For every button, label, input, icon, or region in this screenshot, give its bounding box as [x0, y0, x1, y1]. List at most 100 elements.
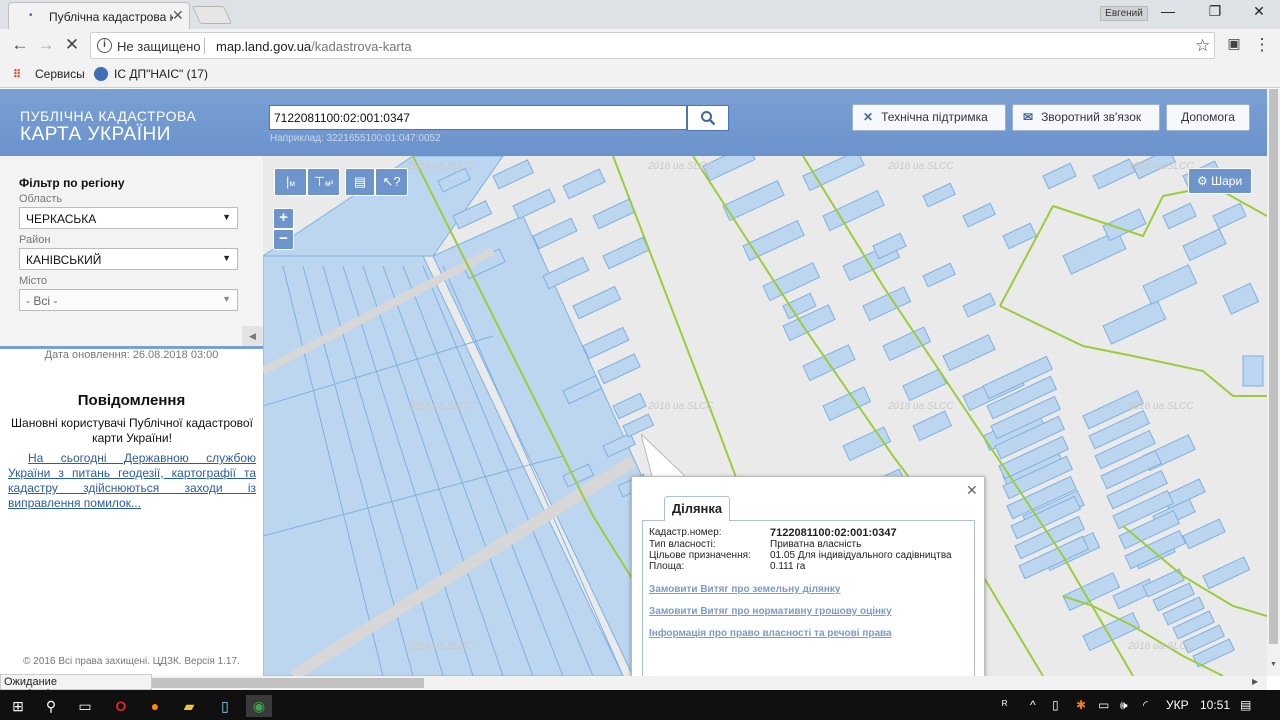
url-text[interactable]: map.land.gov.ua/kadastrova-karta — [216, 39, 412, 54]
order-extract-link[interactable]: Замовити Витяг про земельну ділянку — [649, 584, 840, 595]
region-filter: Фільтр по регіону Область ЧЕРКАСЬКА ▼ Рай… — [0, 156, 263, 346]
browser-tab[interactable]: • Публічна кадастрова ка ✕ — [8, 2, 190, 29]
feedback-button[interactable]: ✉ Зворотний зв'язок — [1012, 104, 1160, 131]
misto-select[interactable]: - Всі - ▼ — [19, 289, 238, 311]
layers-label: Шари — [1211, 174, 1243, 188]
filter-title: Фільтр по регіону — [19, 176, 125, 190]
chevron-down-icon: ▼ — [222, 212, 231, 222]
bookmark-services[interactable]: Сервисы — [35, 67, 85, 81]
address-bar[interactable]: i Не защищено map.land.gov.ua/kadastrova… — [90, 32, 1215, 59]
logo-line-1[interactable]: ПУБЛІЧНА КАДАСТРОВА — [20, 108, 196, 124]
wifi-icon[interactable]: ◜ — [1143, 698, 1148, 712]
horizontal-scrollbar[interactable]: ▶ — [0, 676, 1267, 690]
layers-button[interactable]: ⚙ Шари — [1188, 168, 1252, 194]
land-parcel — [532, 217, 578, 250]
identify-button[interactable]: ↖? — [375, 168, 408, 196]
network-icon[interactable]: ▭ — [1098, 698, 1109, 712]
favicon-icon: • — [29, 10, 33, 21]
search-button[interactable] — [687, 105, 729, 131]
explorer-folder-icon[interactable]: ▰ — [176, 695, 202, 717]
print-button[interactable]: ▤ — [345, 168, 375, 196]
tech-support-button[interactable]: ✕ Технічна підтримка — [852, 104, 1006, 131]
notice-text: Шановні користувачі Публічної кадастрово… — [11, 416, 253, 445]
popup-close-icon[interactable]: ✕ — [966, 482, 978, 499]
windows-taskbar: ⊞ ⚲ ▭ O ● ▰ ▯ ◉ ᴿ ^ ▯ ✱ ▭ 🕪 ◜ УКР 10:51 … — [0, 690, 1280, 720]
map-watermark: 2018 ua.SLCC — [887, 161, 954, 172]
firefox-icon[interactable]: ● — [142, 695, 168, 717]
info-icon[interactable]: i — [97, 38, 112, 53]
menu-icon[interactable]: ⋮ — [1250, 35, 1274, 57]
notepad-icon[interactable]: ▯ — [212, 695, 238, 717]
map-watermark: 2018 ua.SLCC — [407, 161, 474, 172]
search-taskbar-icon[interactable]: ⚲ — [38, 695, 64, 717]
collapse-panel-button[interactable]: ◀ — [242, 326, 263, 346]
land-parcel — [592, 198, 636, 230]
map-watermark: 2018 ua.SLCC — [407, 401, 474, 412]
restore-icon[interactable]: ❐ — [1204, 3, 1226, 23]
vertical-scroll-thumb[interactable] — [1269, 89, 1278, 644]
envelope-icon: ✉ — [1023, 110, 1034, 124]
update-date: Дата оновлення: 26.08.2018 03:00 — [44, 349, 219, 361]
ownership-info-link[interactable]: Інформація про право власності та речові… — [649, 628, 892, 639]
help-button[interactable]: Допомога — [1166, 104, 1250, 131]
parcel-popup: ✕ Ділянка Кадастр.номер: 7122081100:02:00… — [631, 476, 985, 676]
cadastral-search-input[interactable]: 7122081100:02:001:0347 — [269, 105, 687, 130]
bookmark-nais[interactable]: ІС ДП"НАІС" (17) — [114, 67, 208, 81]
notice-link[interactable]: На сьогодні Державною службою України з … — [8, 451, 256, 511]
language-indicator[interactable]: УКР — [1166, 698, 1189, 712]
oblast-select[interactable]: ЧЕРКАСЬКА ▼ — [19, 207, 238, 229]
land-parcel — [882, 326, 932, 362]
back-arrow-icon[interactable]: ← — [8, 35, 32, 57]
land-parcel — [542, 256, 590, 290]
forward-arrow-icon[interactable]: → — [34, 35, 58, 57]
scroll-right-icon[interactable]: ▶ — [1252, 677, 1258, 686]
bookmark-star-icon[interactable]: ☆ — [1195, 36, 1210, 56]
row-value: 01.05 Для індивідуального садівництва — [770, 550, 952, 561]
browser-toolbar: ← → ✕ i Не защищено map.land.gov.ua/kada… — [0, 29, 1280, 62]
apps-grid-icon[interactable]: ⠿ — [13, 68, 21, 81]
rayon-label: Район — [19, 234, 51, 246]
rayon-select[interactable]: КАНІВСЬКИЙ ▼ — [19, 248, 238, 270]
url-path: /kadastrova-karta — [311, 39, 412, 54]
opera-icon[interactable]: O — [108, 695, 134, 717]
task-view-icon[interactable]: ▭ — [72, 695, 98, 717]
horizontal-scroll-thumb[interactable] — [150, 678, 424, 688]
volume-icon[interactable]: 🕪 — [1120, 698, 1128, 713]
scroll-down-icon[interactable]: ▼ — [1270, 661, 1277, 668]
minimize-icon[interactable]: — — [1157, 3, 1179, 23]
map-watermark: 2018 ua.SLCC — [647, 161, 714, 172]
zoom-out-button[interactable]: − — [273, 229, 294, 250]
cadastral-map[interactable]: 2018 ua.SLCC 2018 ua.SLCC 2018 ua.SLCC 2018… — [263, 156, 1267, 676]
zoom-in-button[interactable]: + — [273, 208, 294, 229]
logo-line-2[interactable]: КАРТА УКРАЇНИ — [20, 124, 171, 146]
window-close-icon[interactable]: ✕ — [1248, 3, 1270, 23]
search-icon — [701, 111, 716, 126]
measure-area-button[interactable]: ⊤м² — [307, 168, 340, 196]
site-header: ПУБЛІЧНА КАДАСТРОВА КАРТА УКРАЇНИ 712208… — [0, 89, 1267, 156]
tray-chevron-icon[interactable]: ^ — [1030, 698, 1036, 712]
status-bar: Ожидание map.land.gov.ua... — [0, 674, 152, 700]
people-icon[interactable]: ᴿ — [1002, 698, 1007, 712]
security-label[interactable]: Не защищено — [117, 39, 201, 54]
land-parcel — [1162, 202, 1197, 230]
parcel-tab[interactable]: Ділянка — [664, 496, 730, 521]
profile-button[interactable]: Евгений — [1100, 6, 1148, 21]
map-watermark: 2018 ua.SLCC — [1127, 641, 1194, 652]
notifications-icon[interactable]: ▤ — [1240, 698, 1251, 712]
measure-distance-button[interactable]: |м — [274, 168, 307, 196]
order-valuation-link[interactable]: Замовити Витяг про нормативну грошову оц… — [649, 606, 892, 617]
app-tray-icon[interactable]: ✱ — [1076, 698, 1086, 712]
chevron-down-icon: ▼ — [222, 294, 231, 304]
clock[interactable]: 10:51 — [1200, 698, 1230, 712]
chrome-icon[interactable]: ◉ — [246, 695, 272, 717]
copyright: © 2016 Всі права захищені. ЦДЗК. Версія … — [23, 656, 240, 667]
start-icon[interactable]: ⊞ — [5, 695, 31, 717]
misto-label: Місто — [19, 275, 48, 287]
vertical-scrollbar[interactable]: ▲ ▼ — [1267, 89, 1280, 676]
land-parcel — [902, 368, 947, 402]
tab-close-icon[interactable]: ✕ — [172, 7, 184, 24]
stop-icon[interactable]: ✕ — [60, 35, 84, 57]
new-tab-button[interactable] — [191, 6, 233, 24]
battery-icon[interactable]: ▯ — [1052, 698, 1059, 712]
cast-icon[interactable]: ▣ — [1222, 35, 1246, 57]
